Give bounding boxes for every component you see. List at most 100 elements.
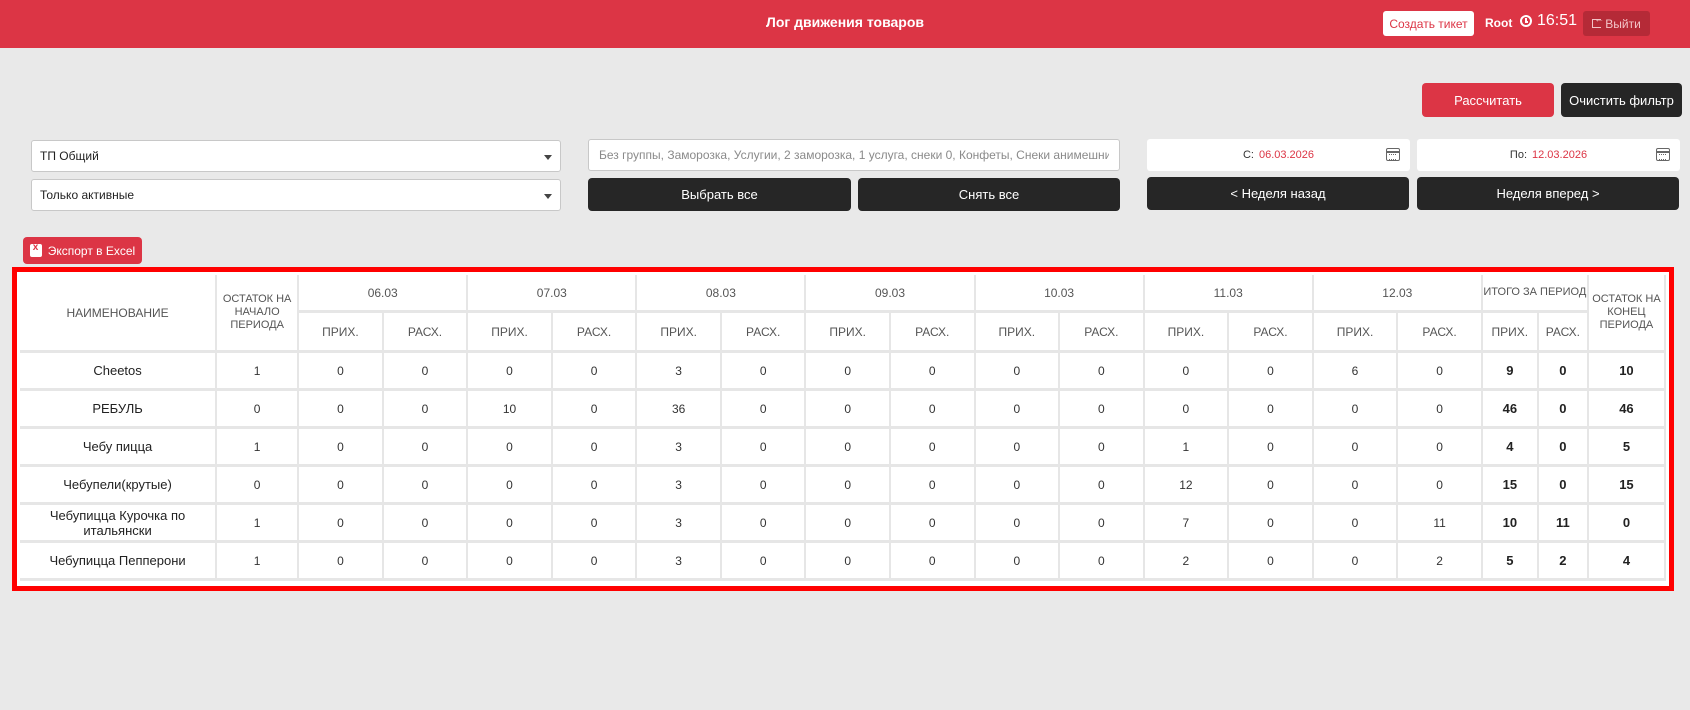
expense-cell: 0 [1229, 467, 1314, 505]
income-subheader: ПРИХ. [1313, 313, 1399, 353]
expense-cell: 0 [1229, 391, 1314, 429]
expense-cell: 0 [552, 467, 638, 505]
expense-cell: 0 [383, 391, 469, 429]
total-income-cell: 9 [1482, 353, 1539, 391]
expense-cell: 0 [890, 543, 976, 581]
expense-cell: 0 [1229, 543, 1314, 581]
week-back-button[interactable]: < Неделя назад [1147, 177, 1409, 210]
income-cell: 0 [299, 391, 384, 429]
logout-button[interactable]: Выйти [1583, 11, 1650, 36]
create-ticket-button[interactable]: Создать тикет [1383, 11, 1474, 36]
total-income-cell: 4 [1482, 429, 1539, 467]
groups-input[interactable] [588, 139, 1120, 171]
expense-cell: 0 [552, 505, 638, 543]
calendar-icon[interactable] [1656, 148, 1670, 161]
income-cell: 0 [975, 505, 1061, 543]
income-subheader: ПРИХ. [637, 313, 722, 353]
income-cell: 0 [299, 467, 384, 505]
expense-cell: 0 [1060, 467, 1145, 505]
date-header: 08.03 [637, 275, 807, 313]
date-to-field[interactable]: По: 12.03.2026 [1417, 139, 1680, 171]
income-cell: 0 [468, 353, 553, 391]
end-balance-cell: 4 [1588, 543, 1666, 581]
income-cell: 0 [806, 429, 891, 467]
top-bar: Лог движения товаров Создать тикет Root … [0, 0, 1690, 48]
expense-cell: 0 [890, 391, 976, 429]
export-excel-label: Экспорт в Excel [47, 243, 136, 258]
expense-cell: 0 [721, 467, 807, 505]
date-header: 10.03 [975, 275, 1145, 313]
total-income-cell: 5 [1482, 543, 1539, 581]
product-name-cell: Чебупели(крутые) [20, 467, 218, 505]
date-header: 09.03 [806, 275, 976, 313]
income-subheader: ПРИХ. [806, 313, 891, 353]
unselect-all-button[interactable]: Снять все [858, 178, 1120, 211]
product-name-cell: Чебупицца Курочка по итальянски [20, 505, 218, 543]
expense-subheader: РАСХ. [1398, 313, 1483, 353]
expense-cell: 0 [383, 543, 469, 581]
income-cell: 0 [468, 505, 553, 543]
logout-label: Выйти [1605, 16, 1641, 31]
income-cell: 1 [1144, 429, 1230, 467]
income-cell: 0 [1313, 429, 1399, 467]
expense-cell: 0 [1229, 505, 1314, 543]
income-cell: 0 [975, 429, 1061, 467]
start-balance-cell: 0 [217, 391, 300, 429]
movement-table: НАИМЕНОВАНИЕ ОСТАТОК НА НАЧАЛО ПЕРИОДА 0… [20, 275, 1666, 581]
user-name: Root [1485, 16, 1513, 30]
income-cell: 0 [1144, 391, 1230, 429]
income-cell: 2 [1144, 543, 1230, 581]
week-forward-button[interactable]: Неделя вперед > [1417, 177, 1679, 210]
date-from-field[interactable]: С: 06.03.2026 [1147, 139, 1410, 171]
date-from-label: С: [1242, 149, 1254, 161]
excel-icon [29, 242, 42, 257]
income-cell: 0 [299, 429, 384, 467]
end-balance-cell: 5 [1588, 429, 1666, 467]
header-row-dates: НАИМЕНОВАНИЕ ОСТАТОК НА НАЧАЛО ПЕРИОДА 0… [20, 275, 1666, 353]
expense-cell: 0 [1398, 353, 1483, 391]
expense-cell: 0 [552, 391, 638, 429]
point-select[interactable]: ТП Общий [31, 140, 561, 172]
date-from-value: 06.03.2026 [1258, 149, 1315, 161]
income-cell: 0 [975, 543, 1061, 581]
calculate-button[interactable]: Рассчитать [1422, 83, 1554, 117]
expense-cell: 0 [1060, 505, 1145, 543]
expense-cell: 0 [1398, 391, 1483, 429]
expense-cell: 0 [721, 353, 807, 391]
product-name-cell: Чебу пицца [20, 429, 218, 467]
col-name-header: НАИМЕНОВАНИЕ [20, 275, 218, 353]
income-cell: 0 [1313, 391, 1399, 429]
expense-cell: 2 [1398, 543, 1483, 581]
expense-cell: 0 [890, 429, 976, 467]
col-total-header: ИТОГО ЗА ПЕРИОД [1482, 275, 1589, 313]
status-select[interactable]: Только активные [31, 179, 561, 211]
select-all-button[interactable]: Выбрать все [588, 178, 851, 211]
expense-cell: 0 [1398, 467, 1483, 505]
income-cell: 7 [1144, 505, 1230, 543]
income-cell: 6 [1313, 353, 1399, 391]
expense-cell: 0 [890, 467, 976, 505]
expense-cell: 0 [552, 429, 638, 467]
chevron-down-icon [544, 194, 552, 199]
export-excel-button[interactable]: Экспорт в Excel [23, 237, 142, 264]
total-income-cell: 10 [1482, 505, 1539, 543]
total-income-cell: 15 [1482, 467, 1539, 505]
expense-cell: 0 [721, 505, 807, 543]
expense-cell: 0 [383, 429, 469, 467]
total-expense-cell: 0 [1538, 467, 1589, 505]
total-expense-cell: 0 [1538, 429, 1589, 467]
clear-filter-button[interactable]: Очистить фильтр [1561, 83, 1682, 117]
product-name-cell: Cheetos [20, 353, 218, 391]
start-balance-cell: 1 [217, 543, 300, 581]
total-income-cell: 46 [1482, 391, 1539, 429]
income-cell: 0 [975, 353, 1061, 391]
chevron-down-icon [544, 155, 552, 160]
clock-time: 16:51 [1537, 12, 1578, 29]
income-subheader: ПРИХ. [468, 313, 553, 353]
income-cell: 0 [806, 543, 891, 581]
income-subheader: ПРИХ. [1482, 313, 1539, 353]
calendar-icon[interactable] [1386, 148, 1400, 161]
income-cell: 3 [637, 353, 722, 391]
product-name-cell: Чебупицца Пепперони [20, 543, 218, 581]
income-cell: 0 [1144, 353, 1230, 391]
